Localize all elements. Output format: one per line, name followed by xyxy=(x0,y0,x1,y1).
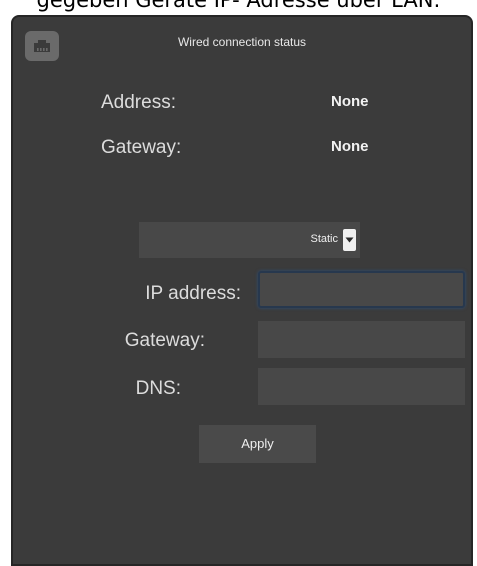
address-label: Address: xyxy=(101,92,176,113)
dns-input[interactable] xyxy=(258,368,465,405)
ip-mode-select[interactable]: Static xyxy=(139,222,360,258)
page: gegeben Geräte IP- Adresse über LAN: Wir… xyxy=(0,0,477,566)
panel-title: Wired connection status xyxy=(177,35,307,49)
ip-address-label: IP address: xyxy=(145,283,241,304)
address-value: None xyxy=(331,93,369,110)
dropdown-button[interactable] xyxy=(343,229,356,251)
ip-address-input[interactable] xyxy=(258,271,465,308)
gateway-input[interactable] xyxy=(258,321,465,358)
gateway-field-label: Gateway: xyxy=(124,330,205,351)
dns-label: DNS: xyxy=(135,378,181,399)
wired-connection-panel: Wired connection status Address: None Ga… xyxy=(11,15,473,566)
chevron-down-icon xyxy=(345,237,354,243)
ip-mode-value: Static xyxy=(310,233,338,245)
gateway-status-value: None xyxy=(331,138,369,155)
apply-button[interactable]: Apply xyxy=(199,425,316,463)
gateway-status-label: Gateway: xyxy=(101,137,182,158)
caption-text: gegeben Geräte IP- Adresse über LAN: xyxy=(36,0,441,12)
